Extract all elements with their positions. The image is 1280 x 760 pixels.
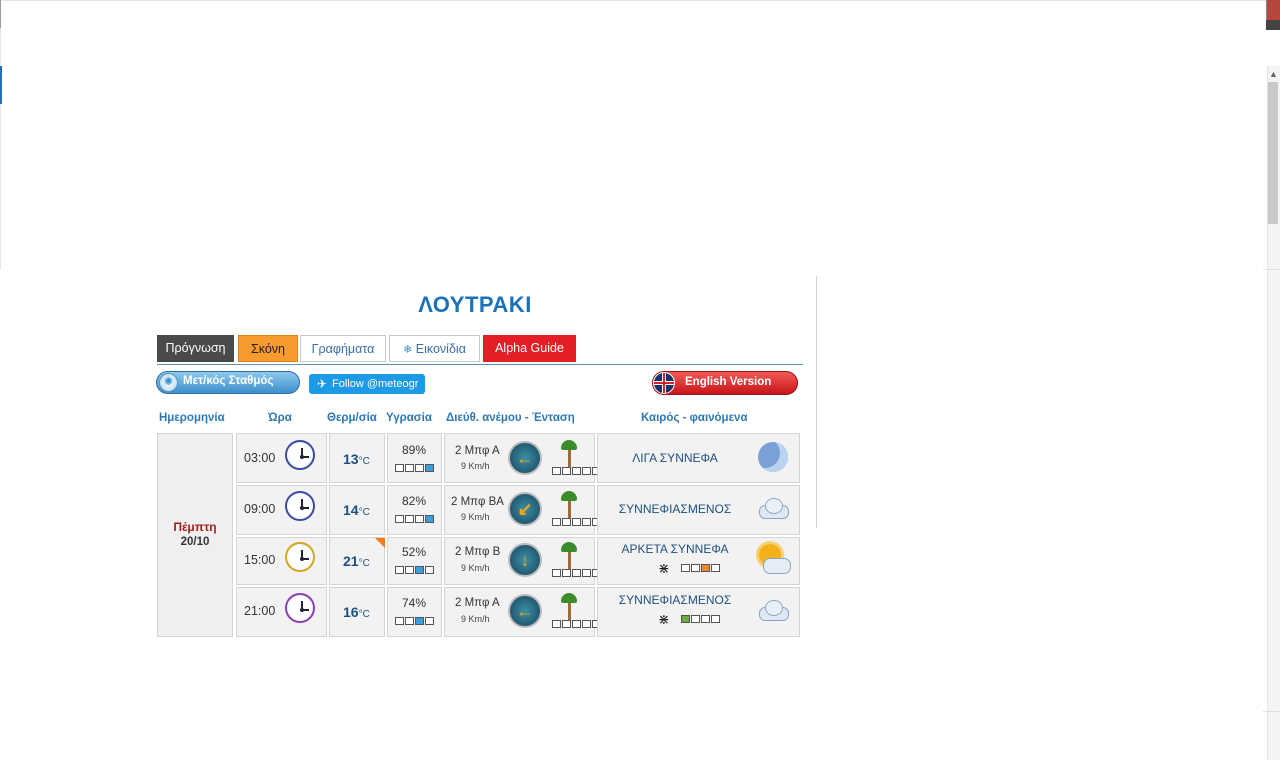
tabs-underline — [157, 364, 803, 365]
sun-burst-icon: ✺ — [159, 373, 178, 392]
header-temperature: Θερμ/σία — [327, 412, 377, 424]
header-date: Ημερομηνία — [159, 412, 225, 424]
humidity-value: 74% — [402, 596, 427, 610]
temperature-value: 16°C — [343, 604, 370, 620]
scroll-up-arrow-icon[interactable]: ▲ — [1267, 66, 1280, 82]
time-value: 03:00 — [244, 451, 276, 465]
humidity-bars — [395, 464, 435, 472]
palm-tree-icon — [561, 491, 577, 519]
clock-icon — [285, 491, 315, 521]
wind-direction: 2 Μπφ Α — [455, 445, 500, 457]
weather-condition: ΣΥΝΝΕΦΙΑΣΜΕΝΟΣ — [618, 593, 732, 607]
temperature-warning-flag — [375, 538, 385, 548]
window-left-accent — [0, 66, 2, 104]
twitter-follow-label: Follow @meteogr — [332, 378, 419, 390]
clock-icon — [285, 542, 315, 572]
wind-direction: 2 Μπφ Β — [455, 546, 501, 558]
mosquito-level-bars — [681, 615, 721, 623]
moon-icon — [758, 442, 788, 472]
english-version-label: English Version — [685, 376, 772, 388]
arrow-down-left-icon: ↙ — [508, 492, 542, 526]
sun-cloud-icon — [757, 542, 791, 574]
palm-tree-icon — [561, 440, 577, 468]
humidity-bars — [395, 566, 435, 574]
palm-tree-icon — [561, 542, 577, 570]
temperature-value: 14°C — [343, 502, 370, 518]
wind-speed: 9 Km/h — [461, 461, 490, 471]
weather-condition: ΣΥΝΝΕΦΙΑΣΜΕΝΟΣ — [618, 502, 732, 516]
snowflake-icon: ❄ — [403, 344, 413, 356]
page-title: ΛΟΥΤΡΑΚΙ — [418, 292, 532, 317]
arrow-left-icon: ← — [508, 441, 542, 475]
divider — [1263, 269, 1280, 270]
tab-graphs[interactable]: Γραφήματα — [300, 335, 386, 362]
humidity-bars — [395, 617, 435, 625]
day-date: 20/10 — [180, 536, 210, 548]
header-humidity: Υγρασία — [386, 412, 432, 424]
divider — [1263, 711, 1280, 712]
tab-images[interactable]: ❄ Εικονίδια — [389, 335, 480, 362]
content-divider — [816, 276, 817, 528]
weather-station-label: Μετ/κός Σταθμός — [183, 375, 274, 387]
wind-bars — [552, 467, 602, 475]
humidity-cell — [387, 485, 442, 535]
scrollbar-thumb[interactable] — [1268, 82, 1278, 224]
temperature-value: 21°C — [343, 553, 370, 569]
window-left-border — [0, 0, 1, 270]
humidity-bars — [395, 515, 435, 523]
time-value: 15:00 — [244, 553, 276, 567]
wind-speed: 9 Km/h — [461, 512, 490, 522]
weather-condition: ΛΙΓΑ ΣΥΝΝΕΦΑ — [632, 451, 718, 465]
clock-icon — [285, 440, 315, 470]
wind-speed: 9 Km/h — [461, 614, 490, 624]
header-time: Ώρα — [268, 412, 292, 424]
humidity-cell — [387, 587, 442, 637]
cloud-icon — [756, 497, 790, 519]
header-weather: Καιρός - φαινόμενα — [641, 412, 748, 424]
window-control[interactable] — [1266, 20, 1280, 30]
wind-speed: 9 Km/h — [461, 563, 490, 573]
window-left-border-dark — [0, 0, 1, 28]
cloud-icon — [756, 599, 790, 621]
twitter-follow-button[interactable]: ✈ Follow @meteogr — [309, 374, 425, 394]
mosquito-level-bars — [681, 564, 721, 572]
tab-images-label: Εικονίδια — [415, 342, 466, 356]
arrow-left-icon: ← — [508, 594, 542, 628]
window-edge — [0, 0, 1267, 1]
tab-dust[interactable]: Σκόνη — [238, 335, 298, 362]
twitter-bird-icon: ✈ — [317, 377, 328, 391]
wind-direction: 2 Μπφ Α — [455, 597, 500, 609]
wind-bars — [552, 620, 602, 628]
temperature-value: 13°C — [343, 451, 370, 467]
weather-condition: ΑΡΚΕΤΑ ΣΥΝΝΕΦΑ — [621, 542, 729, 556]
arrow-down-icon: ↓ — [508, 543, 542, 577]
date-cell — [157, 433, 233, 637]
tab-alpha-guide[interactable]: Alpha Guide — [483, 335, 576, 362]
header-wind: Διεύθ. ανέμου - Ένταση — [446, 412, 575, 424]
humidity-cell — [387, 433, 442, 483]
wind-bars — [552, 569, 602, 577]
humidity-value: 82% — [402, 494, 427, 508]
day-name: Πέμπτη — [173, 520, 217, 534]
palm-tree-icon — [561, 593, 577, 621]
humidity-value: 89% — [402, 443, 427, 457]
english-version-button[interactable]: English Version — [652, 371, 798, 395]
uk-flag-icon — [653, 372, 675, 394]
humidity-value: 52% — [402, 545, 427, 559]
weather-station-button[interactable]: ✺ Μετ/κός Σταθμός — [156, 371, 300, 394]
tab-forecast[interactable]: Πρόγνωση — [157, 335, 234, 362]
mosquito-icon: ⋇ — [658, 560, 670, 576]
time-value: 21:00 — [244, 604, 276, 618]
wind-direction: 2 Μπφ ΒΑ — [451, 496, 504, 508]
wind-bars — [552, 518, 602, 526]
clock-icon — [285, 593, 315, 623]
window-close-button[interactable] — [1266, 0, 1280, 20]
mosquito-icon: ⋇ — [658, 611, 670, 627]
time-value: 09:00 — [244, 502, 276, 516]
